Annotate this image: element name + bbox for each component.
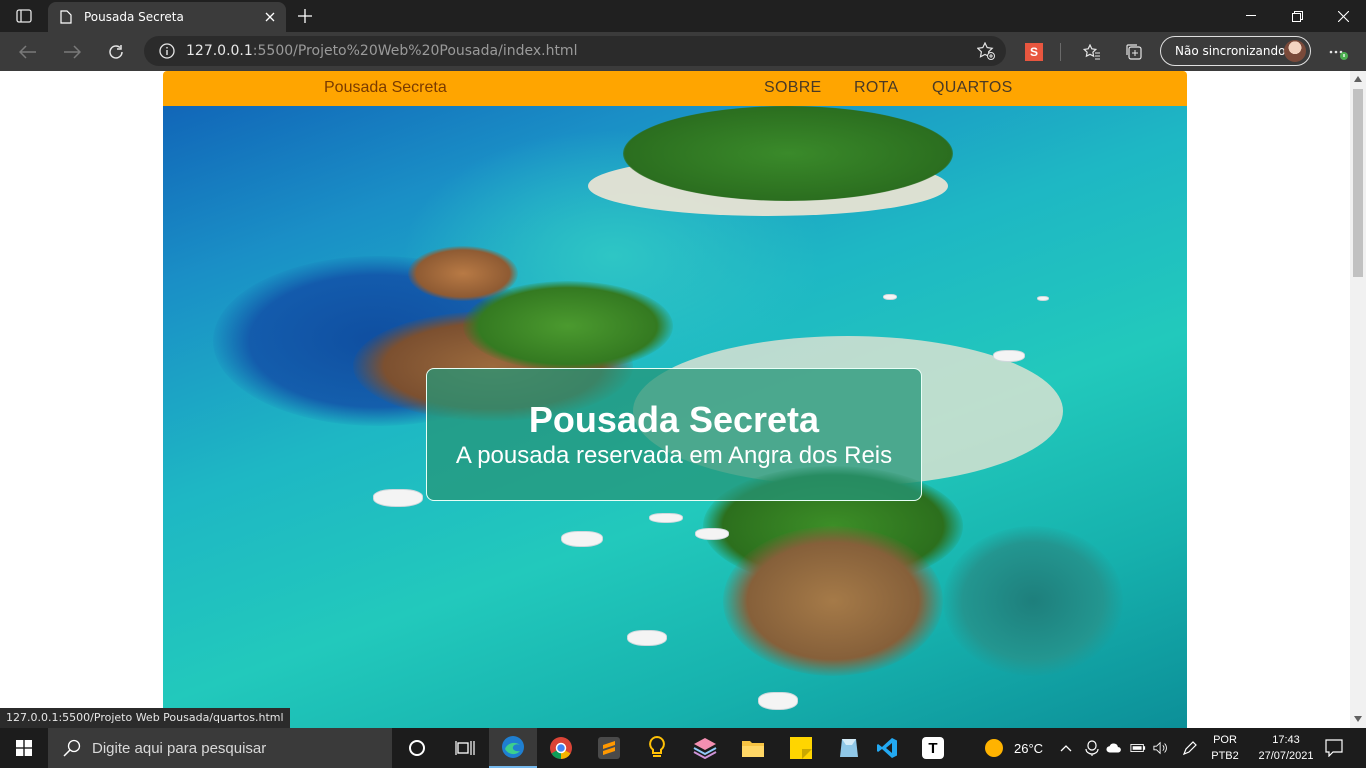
clock-time: 17:43 <box>1272 734 1300 746</box>
hero-image: Pousada Secreta A pousada reservada em A… <box>163 106 1187 728</box>
address-bar[interactable]: 127.0.0.1:5500/Projeto%20Web%20Pousada/i… <box>144 36 1006 66</box>
tab-title: Pousada Secreta <box>84 10 184 24</box>
hero-subtitle: A pousada reservada em Angra dos Reis <box>455 442 893 469</box>
site-brand-link[interactable]: Pousada Secreta <box>324 79 447 97</box>
restore-icon[interactable] <box>1274 0 1320 32</box>
sublime-app-icon[interactable] <box>585 728 633 768</box>
more-menu-icon[interactable] <box>1326 40 1350 64</box>
profile-label: Não sincronizando <box>1175 44 1286 58</box>
browser-titlebar: Pousada Secreta <box>0 0 1366 32</box>
scroll-down-icon[interactable] <box>1354 715 1362 723</box>
page-scrollbar[interactable] <box>1350 71 1366 728</box>
clock-date: 27/07/2021 <box>1258 750 1314 762</box>
avatar <box>1284 40 1306 62</box>
volume-icon[interactable] <box>1153 740 1169 756</box>
task-view-icon[interactable] <box>441 728 489 768</box>
boat <box>883 294 897 300</box>
taskbar-search[interactable]: Digite aqui para pesquisar <box>48 728 392 768</box>
new-tab-icon[interactable] <box>292 4 318 28</box>
close-tab-icon[interactable] <box>258 5 282 29</box>
nav-link-rota[interactable]: ROTA <box>854 79 898 97</box>
site-navbar: Pousada Secreta SOBRE ROTA QUARTOS <box>163 71 1187 106</box>
favorites-icon[interactable] <box>1080 40 1104 64</box>
collections-icon[interactable] <box>1122 40 1146 64</box>
input-language[interactable]: POR PTB2 <box>1208 732 1242 764</box>
sticky-notes-icon[interactable] <box>777 728 825 768</box>
nav-link-sobre[interactable]: SOBRE <box>764 79 822 97</box>
close-window-icon[interactable] <box>1320 0 1366 32</box>
edge-app-icon[interactable] <box>489 728 537 768</box>
extension-icon[interactable]: S <box>1022 40 1046 64</box>
page-icon <box>60 10 72 24</box>
boat <box>373 489 423 507</box>
cortana-icon[interactable] <box>393 728 441 768</box>
scroll-up-icon[interactable] <box>1354 75 1362 83</box>
reef-right <box>943 526 1123 676</box>
meet-now-icon[interactable] <box>1084 740 1100 756</box>
chevron-up-icon[interactable] <box>1058 740 1074 756</box>
url-host: 127.0.0.1 <box>186 43 253 59</box>
extension-letter: S <box>1025 43 1043 61</box>
island-top <box>623 106 953 201</box>
windows-taskbar: Digite aqui para pesquisar T 26°C POR PT… <box>0 728 1366 768</box>
url-text[interactable]: 127.0.0.1:5500/Projeto%20Web%20Pousada/i… <box>186 43 577 59</box>
lang-bottom: PTB2 <box>1211 750 1239 762</box>
toolbar-divider <box>1060 43 1061 61</box>
chrome-app-icon[interactable] <box>537 728 585 768</box>
notion-letter: T <box>922 737 944 759</box>
nav-link-quartos[interactable]: QUARTOS <box>932 79 1013 97</box>
forward-icon[interactable] <box>56 36 88 68</box>
notion-app-icon[interactable]: T <box>909 728 957 768</box>
layers-app-icon[interactable] <box>681 728 729 768</box>
taskbar-clock[interactable]: 17:43 27/07/2021 <box>1258 732 1314 764</box>
boat <box>649 513 683 523</box>
boat <box>695 528 729 540</box>
browser-toolbar: 127.0.0.1:5500/Projeto%20Web%20Pousada/i… <box>0 32 1366 71</box>
onedrive-icon[interactable] <box>1106 740 1122 756</box>
add-favorite-icon[interactable] <box>976 41 996 61</box>
lang-top: POR <box>1213 734 1237 746</box>
boat <box>627 630 667 646</box>
weather-sun-icon[interactable] <box>984 738 1004 758</box>
status-url-tooltip: 127.0.0.1:5500/Projeto Web Pousada/quart… <box>0 708 290 728</box>
island-middle <box>463 281 673 371</box>
refresh-icon[interactable] <box>100 36 132 68</box>
pen-icon[interactable] <box>1182 740 1198 756</box>
boat <box>561 531 603 547</box>
minimize-icon[interactable] <box>1228 0 1274 32</box>
rock-bottom <box>723 526 943 676</box>
file-explorer-icon[interactable] <box>729 728 777 768</box>
boat <box>1037 296 1049 301</box>
hero-title: Pousada Secreta <box>528 399 820 440</box>
scroll-thumb[interactable] <box>1353 89 1363 277</box>
battery-icon[interactable] <box>1130 740 1146 756</box>
lightbulb-app-icon[interactable] <box>633 728 681 768</box>
search-placeholder: Digite aqui para pesquisar <box>92 739 267 757</box>
url-path: :5500/Projeto%20Web%20Pousada/index.html <box>252 43 578 59</box>
boat <box>993 350 1025 362</box>
hero-card: Pousada Secreta A pousada reservada em A… <box>426 368 922 501</box>
browser-tab[interactable]: Pousada Secreta <box>48 2 286 32</box>
back-icon[interactable] <box>12 36 44 68</box>
notification-icon[interactable] <box>1324 738 1344 758</box>
vscode-app-icon[interactable] <box>863 728 911 768</box>
info-icon[interactable] <box>158 42 176 60</box>
windows-start-icon[interactable] <box>0 728 48 768</box>
boat <box>758 692 798 710</box>
weather-temp[interactable]: 26°C <box>1014 741 1043 756</box>
page-viewport: Pousada Secreta SOBRE ROTA QUARTOS Pousa… <box>0 71 1350 728</box>
tab-actions-icon[interactable] <box>8 4 40 28</box>
site-container: Pousada Secreta SOBRE ROTA QUARTOS Pousa… <box>163 71 1187 728</box>
profile-button[interactable]: Não sincronizando <box>1160 36 1311 66</box>
search-icon <box>62 738 82 758</box>
